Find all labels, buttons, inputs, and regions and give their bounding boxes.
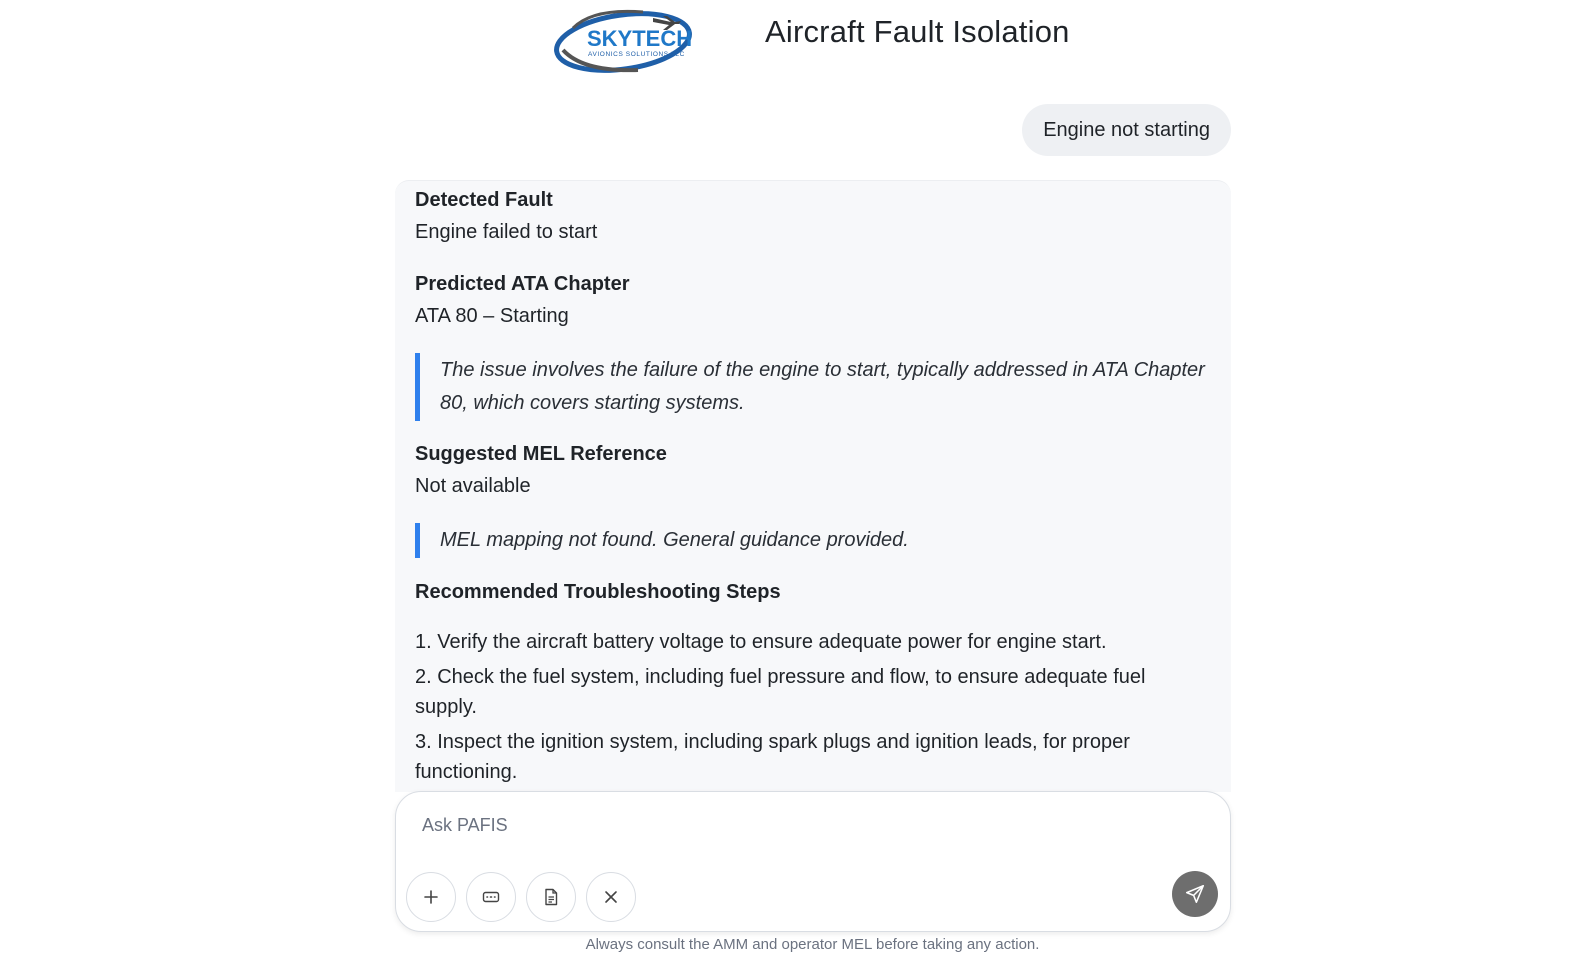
close-icon	[605, 891, 617, 903]
logo-subtext: AVIONICS SOLUTIONS LLC	[588, 51, 685, 58]
troubleshooting-section: Recommended Troubleshooting Steps 1. Ver…	[415, 577, 1211, 787]
send-icon	[1185, 884, 1205, 904]
logo-text: SKYTECH	[587, 26, 692, 51]
document-icon	[545, 888, 558, 906]
mel-reference-section: Suggested MEL Reference Not available ME…	[415, 439, 1211, 558]
section-heading: Recommended Troubleshooting Steps	[415, 581, 781, 603]
list-item: 1. Verify the aircraft battery voltage t…	[415, 631, 1107, 653]
user-message-bubble: Engine not starting	[1022, 104, 1231, 156]
keyboard-button[interactable]	[466, 872, 516, 922]
keyboard-icon	[482, 891, 500, 903]
plus-icon	[424, 890, 438, 904]
section-note: The issue involves the failure of the en…	[415, 353, 1211, 421]
section-note: MEL mapping not found. General guidance …	[415, 523, 1211, 558]
page-title: Aircraft Fault Isolation	[765, 14, 1070, 49]
document-button[interactable]	[526, 872, 576, 922]
section-value: ATA 80 – Starting	[415, 305, 569, 327]
section-value: Not available	[415, 475, 531, 497]
ata-chapter-section: Predicted ATA Chapter ATA 80 – Starting …	[415, 269, 1211, 421]
send-button[interactable]	[1172, 871, 1218, 917]
message-composer	[395, 791, 1231, 932]
list-item: 2. Check the fuel system, including fuel…	[415, 666, 1146, 718]
disclaimer-text: Always consult the AMM and operator MEL …	[585, 936, 1040, 953]
troubleshooting-steps-list: 1. Verify the aircraft battery voltage t…	[415, 627, 1211, 787]
list-item: 3. Inspect the ignition system, includin…	[415, 731, 1130, 783]
section-heading: Detected Fault	[415, 189, 553, 211]
section-heading: Predicted ATA Chapter	[415, 273, 630, 295]
detected-fault-section: Detected Fault Engine failed to start	[415, 185, 1211, 247]
assistant-response-card: Detected Fault Engine failed to start Pr…	[395, 180, 1231, 792]
clear-button[interactable]	[586, 872, 636, 922]
ask-input[interactable]	[420, 810, 1140, 840]
section-heading: Suggested MEL Reference	[415, 443, 667, 465]
add-button[interactable]	[406, 872, 456, 922]
section-value: Engine failed to start	[415, 221, 598, 243]
skytech-logo: SKYTECH AVIONICS SOLUTIONS LLC	[554, 9, 692, 73]
header: SKYTECH AVIONICS SOLUTIONS LLC Aircraft …	[0, 0, 1576, 80]
